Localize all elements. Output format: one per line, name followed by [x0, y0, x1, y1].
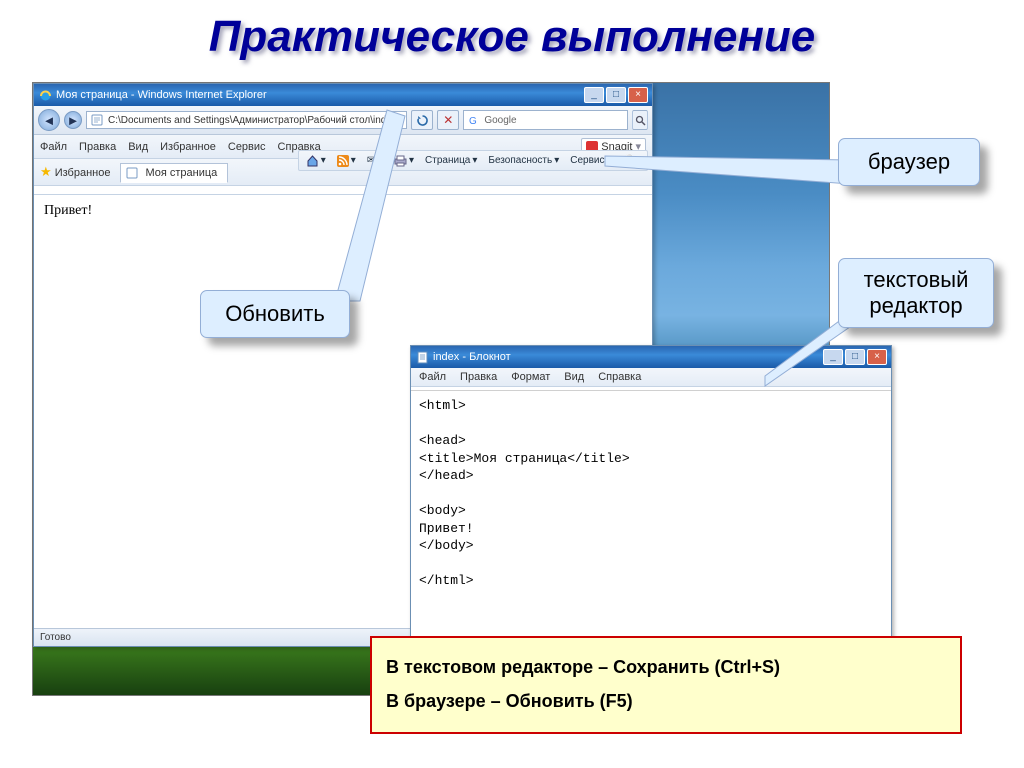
cmd-help-icon[interactable]: ❔▾	[619, 154, 644, 167]
favorites-button[interactable]: ★ Избранное	[40, 164, 110, 180]
search-go-button[interactable]	[632, 110, 648, 130]
maximize-button[interactable]: □	[606, 87, 626, 103]
notepad-maximize-button[interactable]: □	[845, 349, 865, 365]
browser-command-bar: ▾ ▾ ✉ ▾ ▾ Страница ▾ Безопасность ▾ Серв…	[298, 150, 648, 171]
callout-browser: браузер	[838, 138, 980, 186]
menu-tools[interactable]: Сервис	[228, 141, 266, 153]
ie-icon	[38, 88, 52, 102]
address-bar[interactable]	[106, 114, 389, 127]
notepad-minimize-button[interactable]: _	[823, 349, 843, 365]
notepad-menubar: Файл Правка Формат Вид Справка	[411, 368, 891, 387]
browser-tab[interactable]: Моя страница	[120, 163, 228, 183]
callout-refresh-label: Обновить	[225, 301, 325, 326]
callout-editor-line1: текстовый	[851, 267, 981, 293]
close-button[interactable]: ×	[628, 87, 648, 103]
menu-favorites[interactable]: Избранное	[160, 141, 216, 153]
callout-browser-label: браузер	[868, 149, 950, 174]
minimize-button[interactable]: _	[584, 87, 604, 103]
cmd-safety[interactable]: Безопасность ▾	[484, 154, 563, 167]
page-icon	[90, 113, 104, 127]
search-box[interactable]: G Google	[463, 110, 628, 130]
callout-refresh: Обновить	[200, 290, 350, 338]
notepad-menu-view[interactable]: Вид	[564, 371, 584, 383]
browser-window-title: Моя страница - Windows Internet Explorer	[56, 89, 267, 101]
notepad-menu-format[interactable]: Формат	[511, 371, 550, 383]
tab-page-icon	[125, 166, 139, 180]
notepad-window-title: index - Блокнот	[433, 351, 511, 363]
address-dropdown-icon[interactable]: ▼	[389, 116, 403, 125]
cmd-service[interactable]: Сервис ▾	[566, 154, 615, 167]
callout-editor: текстовый редактор	[838, 258, 994, 328]
svg-text:G: G	[469, 116, 477, 126]
menu-edit[interactable]: Правка	[79, 141, 116, 153]
star-icon: ★	[40, 164, 52, 179]
refresh-button[interactable]	[411, 110, 433, 130]
notepad-close-button[interactable]: ×	[867, 349, 887, 365]
feeds-button[interactable]: ▾	[333, 154, 360, 168]
page-content-text: Привет!	[44, 203, 92, 218]
cmd-page[interactable]: Страница ▾	[421, 154, 481, 167]
browser-titlebar[interactable]: Моя страница - Windows Internet Explorer…	[34, 84, 652, 106]
menu-file[interactable]: Файл	[40, 141, 67, 153]
search-provider-label: Google	[484, 115, 516, 126]
desktop-background: Моя страница - Windows Internet Explorer…	[32, 82, 830, 696]
notepad-menu-help[interactable]: Справка	[598, 371, 641, 383]
favorites-label: Избранное	[55, 167, 111, 179]
forward-button[interactable]: ►	[64, 111, 82, 129]
notepad-icon	[415, 350, 429, 364]
callout-editor-line2: редактор	[851, 293, 981, 319]
instruction-box: В текстовом редакторе – Сохранить (Ctrl+…	[370, 636, 962, 734]
notepad-menu-file[interactable]: Файл	[419, 371, 446, 383]
menu-view[interactable]: Вид	[128, 141, 148, 153]
mail-button[interactable]: ✉ ▾	[363, 154, 387, 167]
google-icon: G	[467, 113, 481, 127]
tab-title: Моя страница	[145, 167, 217, 179]
status-text: Готово	[40, 632, 71, 643]
notepad-menu-edit[interactable]: Правка	[460, 371, 497, 383]
slide-title: Практическое выполнение	[0, 0, 1024, 66]
stop-button[interactable]: ✕	[437, 110, 459, 130]
home-button[interactable]: ▾	[302, 153, 330, 168]
notepad-titlebar[interactable]: index - Блокнот _ □ ×	[411, 346, 891, 368]
print-button[interactable]: ▾	[390, 154, 418, 168]
notepad-window: index - Блокнот _ □ × Файл Правка Формат…	[410, 345, 892, 680]
instruction-line-2: В браузере – Обновить (F5)	[386, 684, 946, 718]
back-button[interactable]: ◄	[38, 109, 60, 131]
browser-nav-toolbar: ◄ ► ▼ ✕ G Google	[34, 106, 652, 135]
instruction-line-1: В текстовом редакторе – Сохранить (Ctrl+…	[386, 650, 946, 684]
